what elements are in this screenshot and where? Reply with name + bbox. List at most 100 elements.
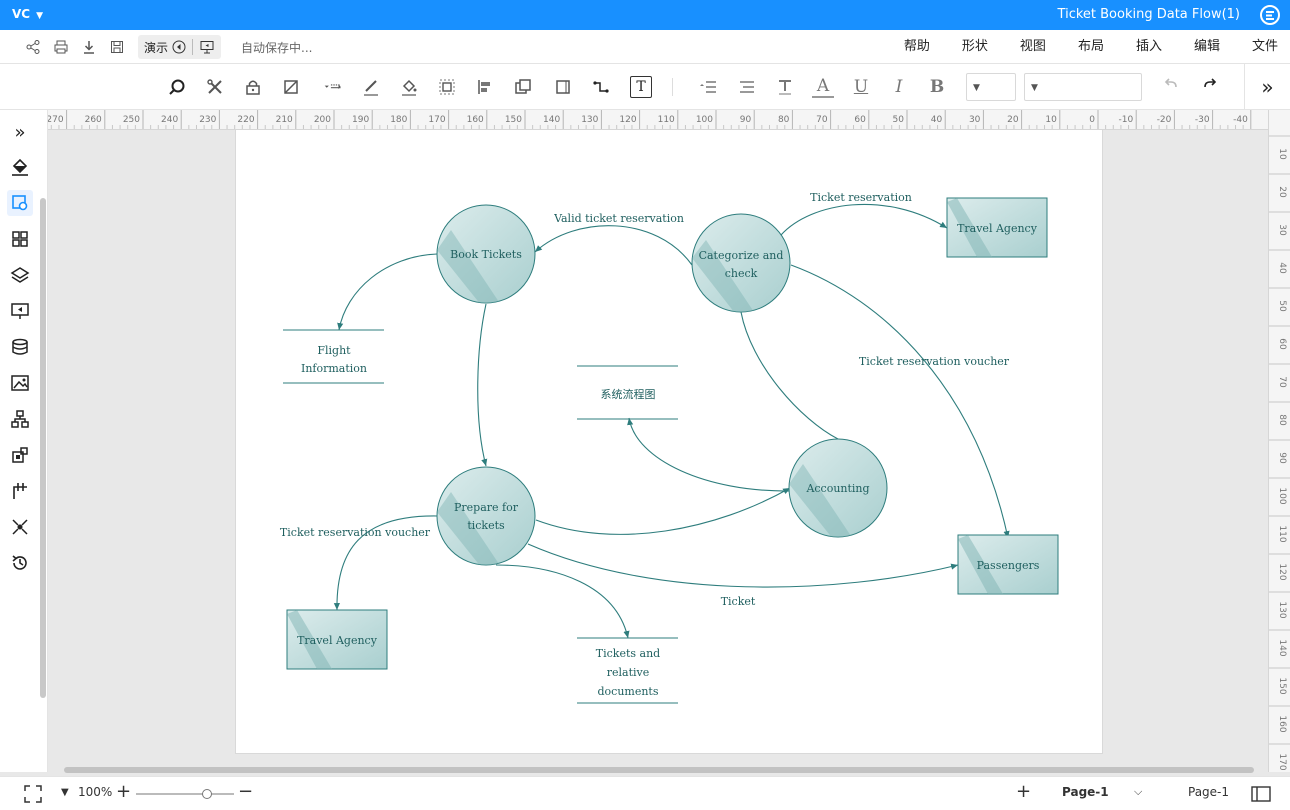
drawing-page[interactable]: Categorize and check Book Tickets Prepare… bbox=[235, 130, 1103, 754]
fill-icon[interactable] bbox=[398, 76, 420, 98]
expand-panel-icon[interactable]: » bbox=[1244, 64, 1290, 110]
ruler-label: 20 bbox=[1007, 115, 1019, 125]
font-size-select[interactable]: ▼ bbox=[966, 73, 1016, 101]
entity-travel-agency-bottom[interactable]: Travel Agency bbox=[286, 609, 388, 670]
underline-button[interactable]: U bbox=[850, 76, 872, 98]
zoom-out-icon[interactable]: − bbox=[238, 781, 253, 802]
format-panel-icon[interactable] bbox=[7, 190, 33, 216]
org-chart-icon[interactable] bbox=[7, 406, 33, 432]
store-system-flowchart[interactable]: 系统流程图 bbox=[577, 365, 678, 420]
collapse-sidebar-icon[interactable]: » bbox=[7, 119, 33, 145]
ruler-label: -40 bbox=[1233, 115, 1248, 125]
italic-button[interactable]: I bbox=[888, 76, 910, 98]
history-icon[interactable] bbox=[7, 550, 33, 576]
sidebar-scrollbar[interactable] bbox=[40, 198, 46, 698]
ruler-label: -20 bbox=[1157, 115, 1172, 125]
vertical-ruler-ticks: 10 20 30 40 50 60 70 80 90 100 110 120 130 140 150 160 1… bbox=[1269, 135, 1290, 771]
flow-prepare-to-accounting[interactable] bbox=[535, 487, 791, 535]
process-book-tickets[interactable]: Book Tickets bbox=[436, 204, 536, 320]
zoom-in-icon[interactable]: + bbox=[116, 781, 131, 802]
flow-ticket-reservation[interactable] bbox=[780, 203, 948, 236]
no-fill-icon[interactable] bbox=[280, 76, 302, 98]
lock-icon[interactable] bbox=[242, 76, 264, 98]
line-style-icon[interactable] bbox=[320, 76, 346, 98]
menu-shape[interactable]: 形状 bbox=[962, 30, 988, 64]
line-color-icon[interactable] bbox=[360, 76, 382, 98]
process-accounting-label: Accounting bbox=[805, 482, 869, 495]
duplicate-icon[interactable] bbox=[512, 76, 534, 98]
align-icon[interactable] bbox=[736, 76, 758, 98]
layers-icon[interactable] bbox=[7, 262, 33, 288]
database-icon[interactable] bbox=[7, 334, 33, 360]
process-prepare-tickets[interactable]: Prepare for tickets bbox=[436, 466, 536, 582]
undo-icon[interactable] bbox=[1199, 76, 1221, 98]
connector-icon[interactable] bbox=[590, 76, 612, 98]
menu-view[interactable]: 视图 bbox=[1020, 30, 1046, 64]
store-tickets-documents[interactable]: Tickets and relative documents bbox=[577, 637, 678, 704]
network-icon[interactable] bbox=[7, 514, 33, 540]
puzzle-icon[interactable] bbox=[7, 442, 33, 468]
text-style-icon[interactable] bbox=[774, 76, 796, 98]
play-icon bbox=[172, 40, 186, 54]
store-flight-information[interactable]: Flight Information bbox=[283, 329, 384, 384]
horizontal-scrollbar[interactable] bbox=[64, 767, 1254, 773]
zoom-level[interactable]: 100% bbox=[78, 785, 112, 799]
share-icon[interactable] bbox=[22, 36, 44, 58]
chevron-down-icon[interactable]: ▼ bbox=[61, 787, 69, 798]
present-divider bbox=[192, 39, 194, 55]
text-box-button[interactable]: T bbox=[630, 76, 652, 98]
entity-passengers[interactable]: Passengers bbox=[957, 534, 1059, 595]
image-icon[interactable] bbox=[7, 370, 33, 396]
flow-book-to-flight[interactable] bbox=[337, 253, 438, 331]
redo-icon[interactable] bbox=[1160, 76, 1182, 98]
projector-icon[interactable] bbox=[199, 39, 215, 55]
container-icon[interactable] bbox=[552, 76, 574, 98]
fullscreen-icon[interactable] bbox=[24, 785, 42, 803]
menu-edit[interactable]: 编辑 bbox=[1194, 30, 1220, 64]
flow-valid-reservation[interactable] bbox=[534, 225, 693, 266]
flow-accounting-to-system[interactable] bbox=[627, 417, 791, 492]
entity-travel-agency-top[interactable]: Travel Agency bbox=[946, 197, 1048, 258]
shapes-grid-icon[interactable] bbox=[7, 226, 33, 252]
canvas-area[interactable]: Categorize and check Book Tickets Prepare… bbox=[48, 130, 1268, 772]
page-view-icon[interactable] bbox=[1251, 786, 1271, 802]
line-spacing-icon[interactable] bbox=[698, 76, 720, 98]
print-icon[interactable] bbox=[50, 36, 72, 58]
user-menu[interactable]: VC ▼ bbox=[12, 7, 43, 21]
flow-categorize-accounting[interactable] bbox=[740, 311, 839, 440]
tools-icon[interactable] bbox=[204, 76, 226, 98]
bold-button[interactable]: B bbox=[926, 76, 948, 98]
page-selector[interactable]: Page-1 bbox=[1188, 785, 1229, 799]
zoom-slider[interactable] bbox=[136, 789, 234, 799]
flow-prepare-to-tickets-docs[interactable] bbox=[495, 564, 630, 639]
page-tab-active[interactable]: Page-1 bbox=[1062, 785, 1109, 799]
menu-help[interactable]: 帮助 bbox=[904, 30, 930, 64]
menu-insert[interactable]: 插入 bbox=[1136, 30, 1162, 64]
font-family-select[interactable]: ▼ bbox=[1024, 73, 1142, 101]
present-button[interactable]: 演示 bbox=[138, 35, 222, 59]
flow-ticket[interactable] bbox=[527, 543, 959, 588]
zoom-slider-handle[interactable] bbox=[202, 789, 212, 799]
save-icon[interactable] bbox=[106, 36, 128, 58]
document-title[interactable]: Ticket Booking Data Flow(1) bbox=[1058, 7, 1240, 22]
ruler-label: 130 bbox=[581, 115, 598, 125]
font-color-button[interactable]: A bbox=[812, 76, 834, 98]
download-icon[interactable] bbox=[78, 36, 100, 58]
autosave-status: 自动保存中... bbox=[241, 40, 313, 55]
ruler-label: 90 bbox=[740, 115, 752, 125]
process-book-tickets-label: Book Tickets bbox=[450, 248, 522, 261]
menu-layout[interactable]: 布局 bbox=[1078, 30, 1104, 64]
align-shapes-icon[interactable] bbox=[474, 76, 496, 98]
search-icon[interactable] bbox=[166, 76, 188, 98]
ruler-label: 240 bbox=[161, 115, 178, 125]
process-accounting[interactable]: Accounting bbox=[788, 438, 888, 554]
menu-file[interactable]: 文件 bbox=[1252, 30, 1278, 64]
add-page-icon[interactable]: + bbox=[1016, 781, 1031, 802]
presentation-icon[interactable] bbox=[7, 298, 33, 324]
timeline-icon[interactable] bbox=[7, 478, 33, 504]
chevron-down-icon[interactable]: ⌵ bbox=[1134, 785, 1142, 799]
flow-book-to-prepare[interactable] bbox=[477, 303, 488, 467]
ruler-label: 0 bbox=[1089, 115, 1095, 125]
group-icon[interactable] bbox=[436, 76, 458, 98]
paint-bucket-icon[interactable] bbox=[7, 153, 33, 179]
